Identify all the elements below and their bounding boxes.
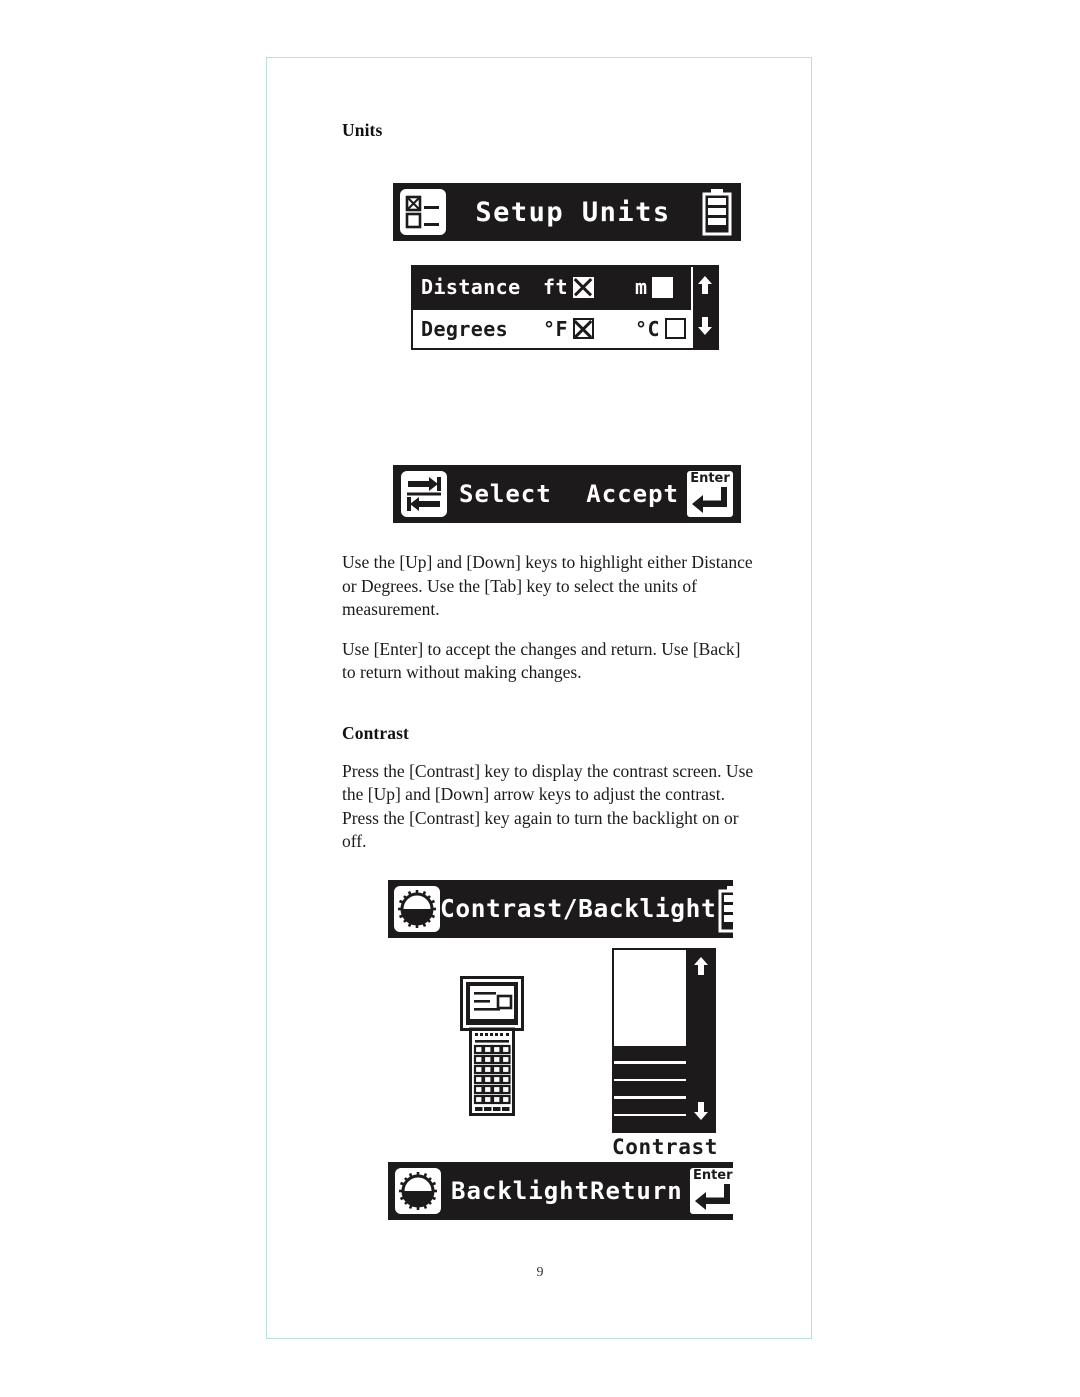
unit-option-label: ft [543,275,568,300]
handheld-device-icon [460,975,524,1120]
arrow-up-icon[interactable] [697,275,713,299]
unit-option-label: °F [543,316,568,341]
contrast-softkey-bar: Backlight Return Enter [388,1161,736,1220]
unit-option-fahrenheit[interactable]: °F [543,317,635,341]
enter-key-icon[interactable]: Enter [687,471,733,517]
unit-row-label: Distance [421,275,521,300]
units-scrollbar[interactable] [691,267,717,348]
unit-option-m[interactable]: m [635,275,674,300]
softkey-return-label[interactable]: Return [590,1177,683,1205]
units-softkey-bar: Select Accept Enter [393,465,741,523]
battery-icon [716,885,750,933]
units-paragraph-2: Use [Enter] to accept the changes and re… [342,638,741,683]
page-number: 9 [536,1265,544,1280]
units-lcd-screen: Setup Units Distance ft m Degrees °F °C … [393,183,741,523]
checkbox-checked-icon[interactable] [572,318,594,340]
contrast-gauge-track[interactable] [612,947,686,1133]
softkey-backlight-label[interactable]: Backlight [451,1177,590,1205]
brightness-sun-icon [394,885,440,932]
unit-row-label: Degrees [421,316,509,341]
brightness-sun-icon[interactable] [395,1167,441,1214]
contrast-gauge-caption: Contrast [612,1134,718,1159]
table-row[interactable]: Distance ft m [413,267,691,308]
contrast-gauge[interactable]: Contrast [612,947,718,1159]
arrow-down-icon[interactable] [697,316,713,340]
unit-option-label: m [635,275,648,300]
softkey-accept-label[interactable]: Accept [586,480,679,508]
tab-key-icon[interactable] [401,471,447,517]
contrast-title-bar: Contrast/Backlight [388,879,748,938]
units-paragraph-1: Use the [Up] and [Down] keys to highligh… [342,552,753,619]
checkbox-unchecked-icon[interactable] [664,318,686,340]
contrast-lcd-body: Contrast [388,937,733,1162]
page-title-contrast: Contrast [342,722,409,743]
units-lcd-body: Distance ft m Degrees °F °C [393,241,741,465]
enter-key-icon[interactable]: Enter [689,1167,736,1214]
checkbox-list-icon [400,189,446,235]
page-title-units: Units [342,120,383,140]
contrast-gauge-arrows[interactable] [686,947,716,1133]
battery-icon [700,188,734,236]
arrow-up-icon[interactable] [693,956,709,980]
units-title: Setup Units [475,196,671,228]
unit-option-label: °C [635,316,660,341]
softkey-select-label[interactable]: Select [459,480,552,508]
contrast-title: Contrast/Backlight [440,894,717,923]
arrow-down-icon[interactable] [693,1101,709,1125]
units-table: Distance ft m Degrees °F °C [411,265,719,350]
contrast-paragraph-1: Press the [Contrast] key to display the … [342,760,754,852]
table-row[interactable]: Degrees °F °C [413,307,691,348]
unit-option-celsius[interactable]: °C [635,317,686,341]
page-content: Units Setup Units Distance ft m Degrees … [342,120,762,1220]
units-title-bar: Setup Units [393,183,741,241]
unit-option-ft[interactable]: ft [543,275,635,299]
checkbox-unchecked-icon[interactable] [652,276,674,298]
contrast-lcd-screen: Contrast/Backlight Contrast Backlight Re… [388,879,748,1220]
contrast-gauge-fill [614,1043,686,1131]
checkbox-checked-icon[interactable] [572,276,594,298]
